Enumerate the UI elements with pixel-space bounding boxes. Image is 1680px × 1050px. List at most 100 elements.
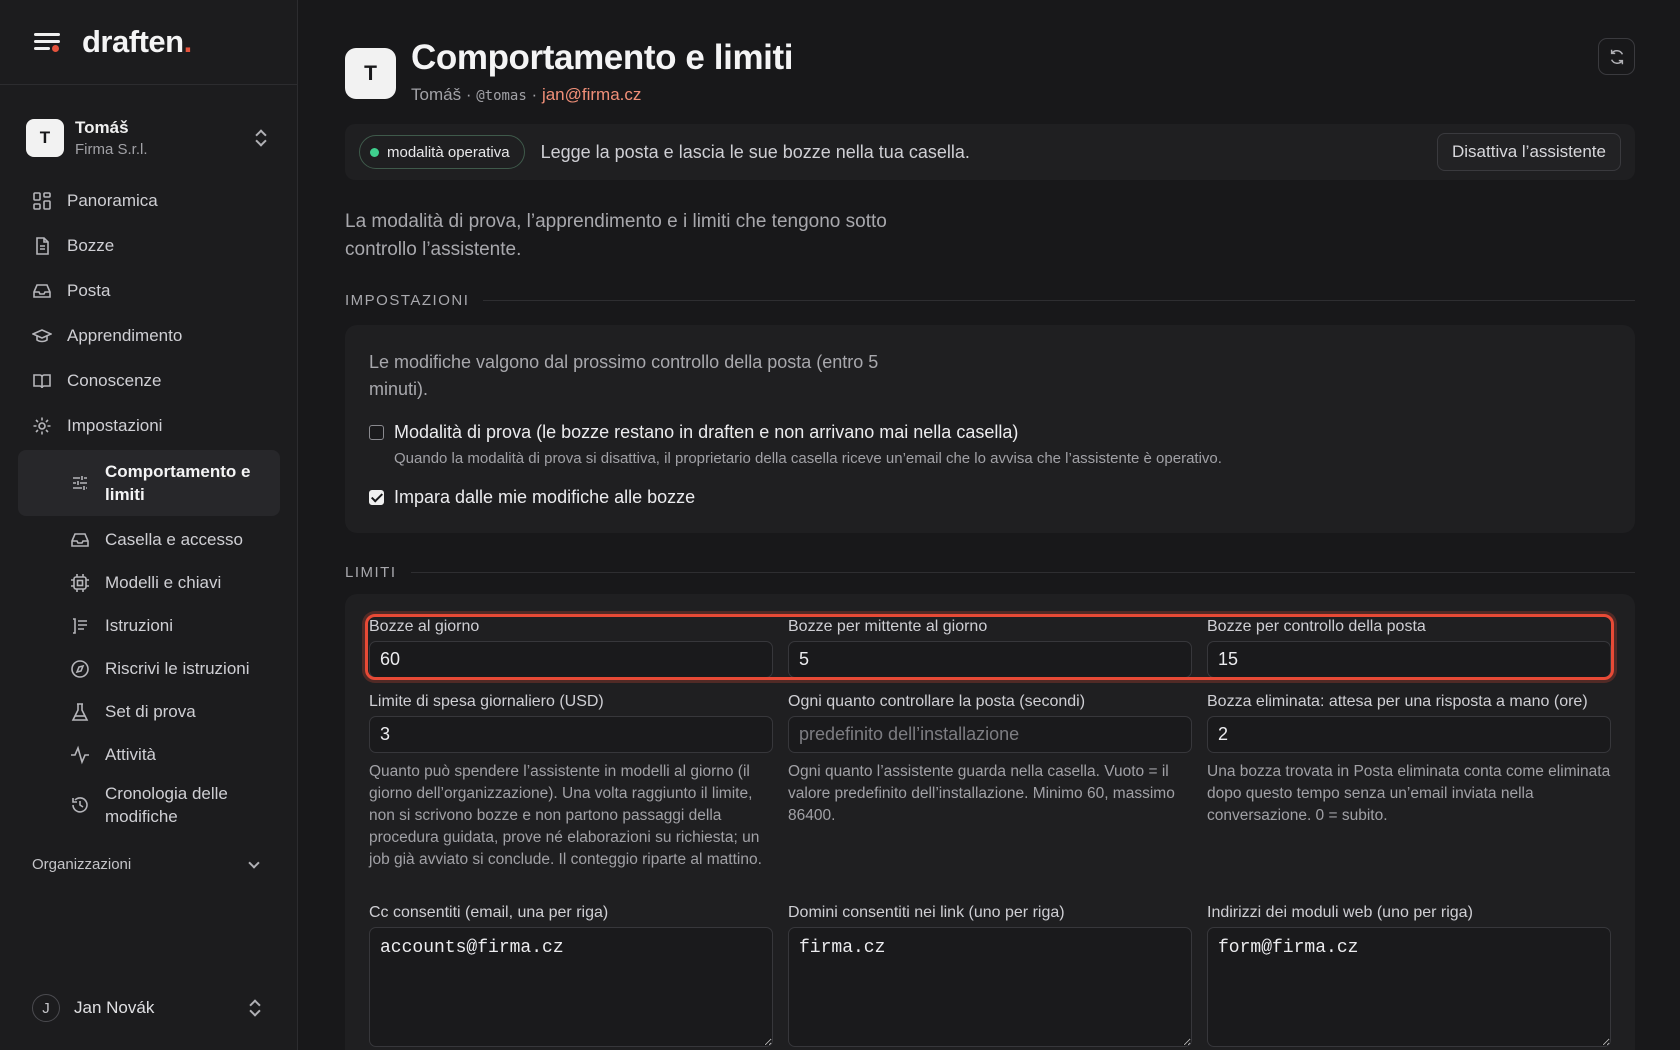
learn-label[interactable]: Impara dalle mie modifiche alle bozze [394,487,695,508]
link-domains-textarea[interactable]: firma.cz [788,927,1192,1047]
trial-mode-label[interactable]: Modalità di prova (le bozze restano in d… [394,422,1222,443]
sidebar-item-label: Apprendimento [67,325,183,345]
list-icon [70,616,90,636]
user-name: Jan Novák [74,998,155,1017]
status-dot-icon [370,147,379,157]
menu-icon[interactable] [34,31,60,53]
sidebar-item-label: Casella e accesso [105,529,243,549]
sidebar-item-panoramica[interactable]: Panoramica [18,178,280,223]
drafts-per-check-field: Bozze per controllo della posta [1207,618,1611,678]
drafts-per-check-label: Bozze per controllo della posta [1207,618,1426,635]
sidebar-item-bozze[interactable]: Bozze [18,223,280,268]
status-badge-label: modalità operativa [387,143,510,161]
graduation-cap-icon [32,326,52,346]
cc-allowed-field: Cc consentiti (email, una per riga) acco… [369,904,773,1050]
cc-allowed-label: Cc consentiti (email, una per riga) [369,904,609,921]
account-org: Firma S.r.l. [75,141,148,158]
user-menu[interactable]: J Jan Novák [32,994,266,1022]
chip-icon [70,573,90,593]
brand-logo[interactable]: draften. [82,24,192,60]
learn-checkbox[interactable] [369,490,384,505]
settings-heading-label: IMPOSTAZIONI [345,292,470,309]
sidebar-item-label: Modelli e chiavi [105,572,222,592]
sidebar-subitem-modelli[interactable]: Modelli e chiavi [18,561,280,604]
limits-heading: LIMITI [345,564,1635,581]
poll-interval-help: Ogni quanto l’assistente guarda nella ca… [788,763,1175,824]
organizations-toggle[interactable]: Organizzazioni [32,856,264,873]
activity-icon [70,745,90,765]
page-title: Comportamento e limiti [411,38,794,77]
link-domains-label: Domini consentiti nei link (uno per riga… [788,904,1065,921]
sidebar-item-label: Cronologia delle modifiche [105,784,228,826]
trial-mode-help: Quando la modalità di prova si disattiva… [394,450,1222,467]
spend-limit-field: Limite di spesa giornaliero (USD) Quanto… [369,693,773,871]
status-badge: modalità operativa [359,135,525,169]
deleted-wait-input[interactable] [1207,716,1611,753]
history-icon [70,795,90,815]
sidebar-item-conoscenze[interactable]: Conoscenze [18,358,280,403]
drafts-per-sender-label: Bozze per mittente al giorno [788,618,988,635]
refresh-icon [1610,49,1623,64]
trial-mode-checkbox[interactable] [369,425,384,440]
inbox-icon [32,281,52,301]
poll-interval-input[interactable] [788,716,1192,753]
main-content: T Comportamento e limiti Tomáš · @tomas … [345,0,1635,1050]
brand-name: draften [82,24,184,59]
header-handle: @tomas [476,88,527,104]
sidebar-subitem-casella[interactable]: Casella e accesso [18,518,280,561]
sidebar-item-label: Istruzioni [105,615,174,635]
account-avatar: T [26,119,64,157]
page-description: La modalità di prova, l’apprendimento e … [345,211,887,260]
sidebar-item-label: Riscrivi le istruzioni [105,658,250,678]
brand-bar: draften. [0,0,297,85]
chevron-up-down-icon [254,128,268,148]
spend-limit-input[interactable] [369,716,773,753]
sidebar-item-impostazioni[interactable]: Impostazioni [18,403,280,448]
brand-dot: . [183,24,193,59]
sidebar-item-label: Bozze [67,235,115,255]
gear-icon [32,416,52,436]
sidebar-subitem-comportamento[interactable]: Comportamento e limiti [18,450,280,516]
account-switcher[interactable]: T Tomáš Firma S.r.l. [26,113,272,163]
flask-icon [70,702,90,722]
book-icon [32,371,52,391]
sidebar-subitem-set-di-prova[interactable]: Set di prova [18,690,280,733]
settings-heading: IMPOSTAZIONI [345,292,1635,309]
chevron-down-icon [248,856,260,869]
inbox-icon [70,530,90,550]
drafts-per-check-input[interactable] [1207,641,1611,678]
spend-limit-label: Limite di spesa giornaliero (USD) [369,693,604,710]
sidebar-item-apprendimento[interactable]: Apprendimento [18,313,280,358]
drafts-per-day-field: Bozze al giorno [369,618,773,678]
refresh-button[interactable] [1598,38,1635,75]
grid-icon [32,191,52,211]
learn-row: Impara dalle mie modifiche alle bozze [369,487,695,508]
deleted-wait-label: Bozza eliminata: attesa per una risposta… [1207,693,1588,710]
status-message: Legge la posta e lascia le sue bozze nel… [540,141,970,162]
assistant-status-bar: modalità operativa Legge la posta e lasc… [345,124,1635,180]
separator: · [465,85,472,104]
limits-card: Bozze al giorno Bozze per mittente al gi… [345,594,1635,1050]
sidebar-subitem-cronologia[interactable]: Cronologia delle modifiche [18,776,280,834]
form-addresses-field: Indirizzi dei moduli web (uno per riga) … [1207,904,1611,1050]
sidebar-subitem-istruzioni[interactable]: Istruzioni [18,604,280,647]
drafts-per-sender-field: Bozze per mittente al giorno [788,618,1192,678]
drafts-per-day-input[interactable] [369,641,773,678]
settings-note: Le modifiche valgono dal prossimo contro… [369,352,879,399]
disable-assistant-button[interactable]: Disattiva l’assistente [1436,133,1621,171]
sidebar-item-label: Conoscenze [67,370,162,390]
sidebar-item-label: Comportamento e limiti [105,462,251,504]
separator: · [531,85,538,104]
page-subtitle: Tomáš · @tomas · jan@firma.cz [411,85,641,105]
compass-icon [70,659,90,679]
header-email-link[interactable]: jan@firma.cz [542,85,641,104]
cc-allowed-textarea[interactable]: accounts@firma.cz [369,927,773,1047]
form-addresses-textarea[interactable]: form@firma.cz [1207,927,1611,1047]
sidebar-subitem-riscrivi[interactable]: Riscrivi le istruzioni [18,647,280,690]
sidebar-subitem-attivita[interactable]: Attività [18,733,280,776]
drafts-per-day-label: Bozze al giorno [369,618,480,635]
sidebar-item-posta[interactable]: Posta [18,268,280,313]
sidebar-nav: Panoramica Bozze Posta Apprendimento Con… [18,178,280,834]
sidebar-item-label: Impostazioni [67,415,163,435]
drafts-per-sender-input[interactable] [788,641,1192,678]
